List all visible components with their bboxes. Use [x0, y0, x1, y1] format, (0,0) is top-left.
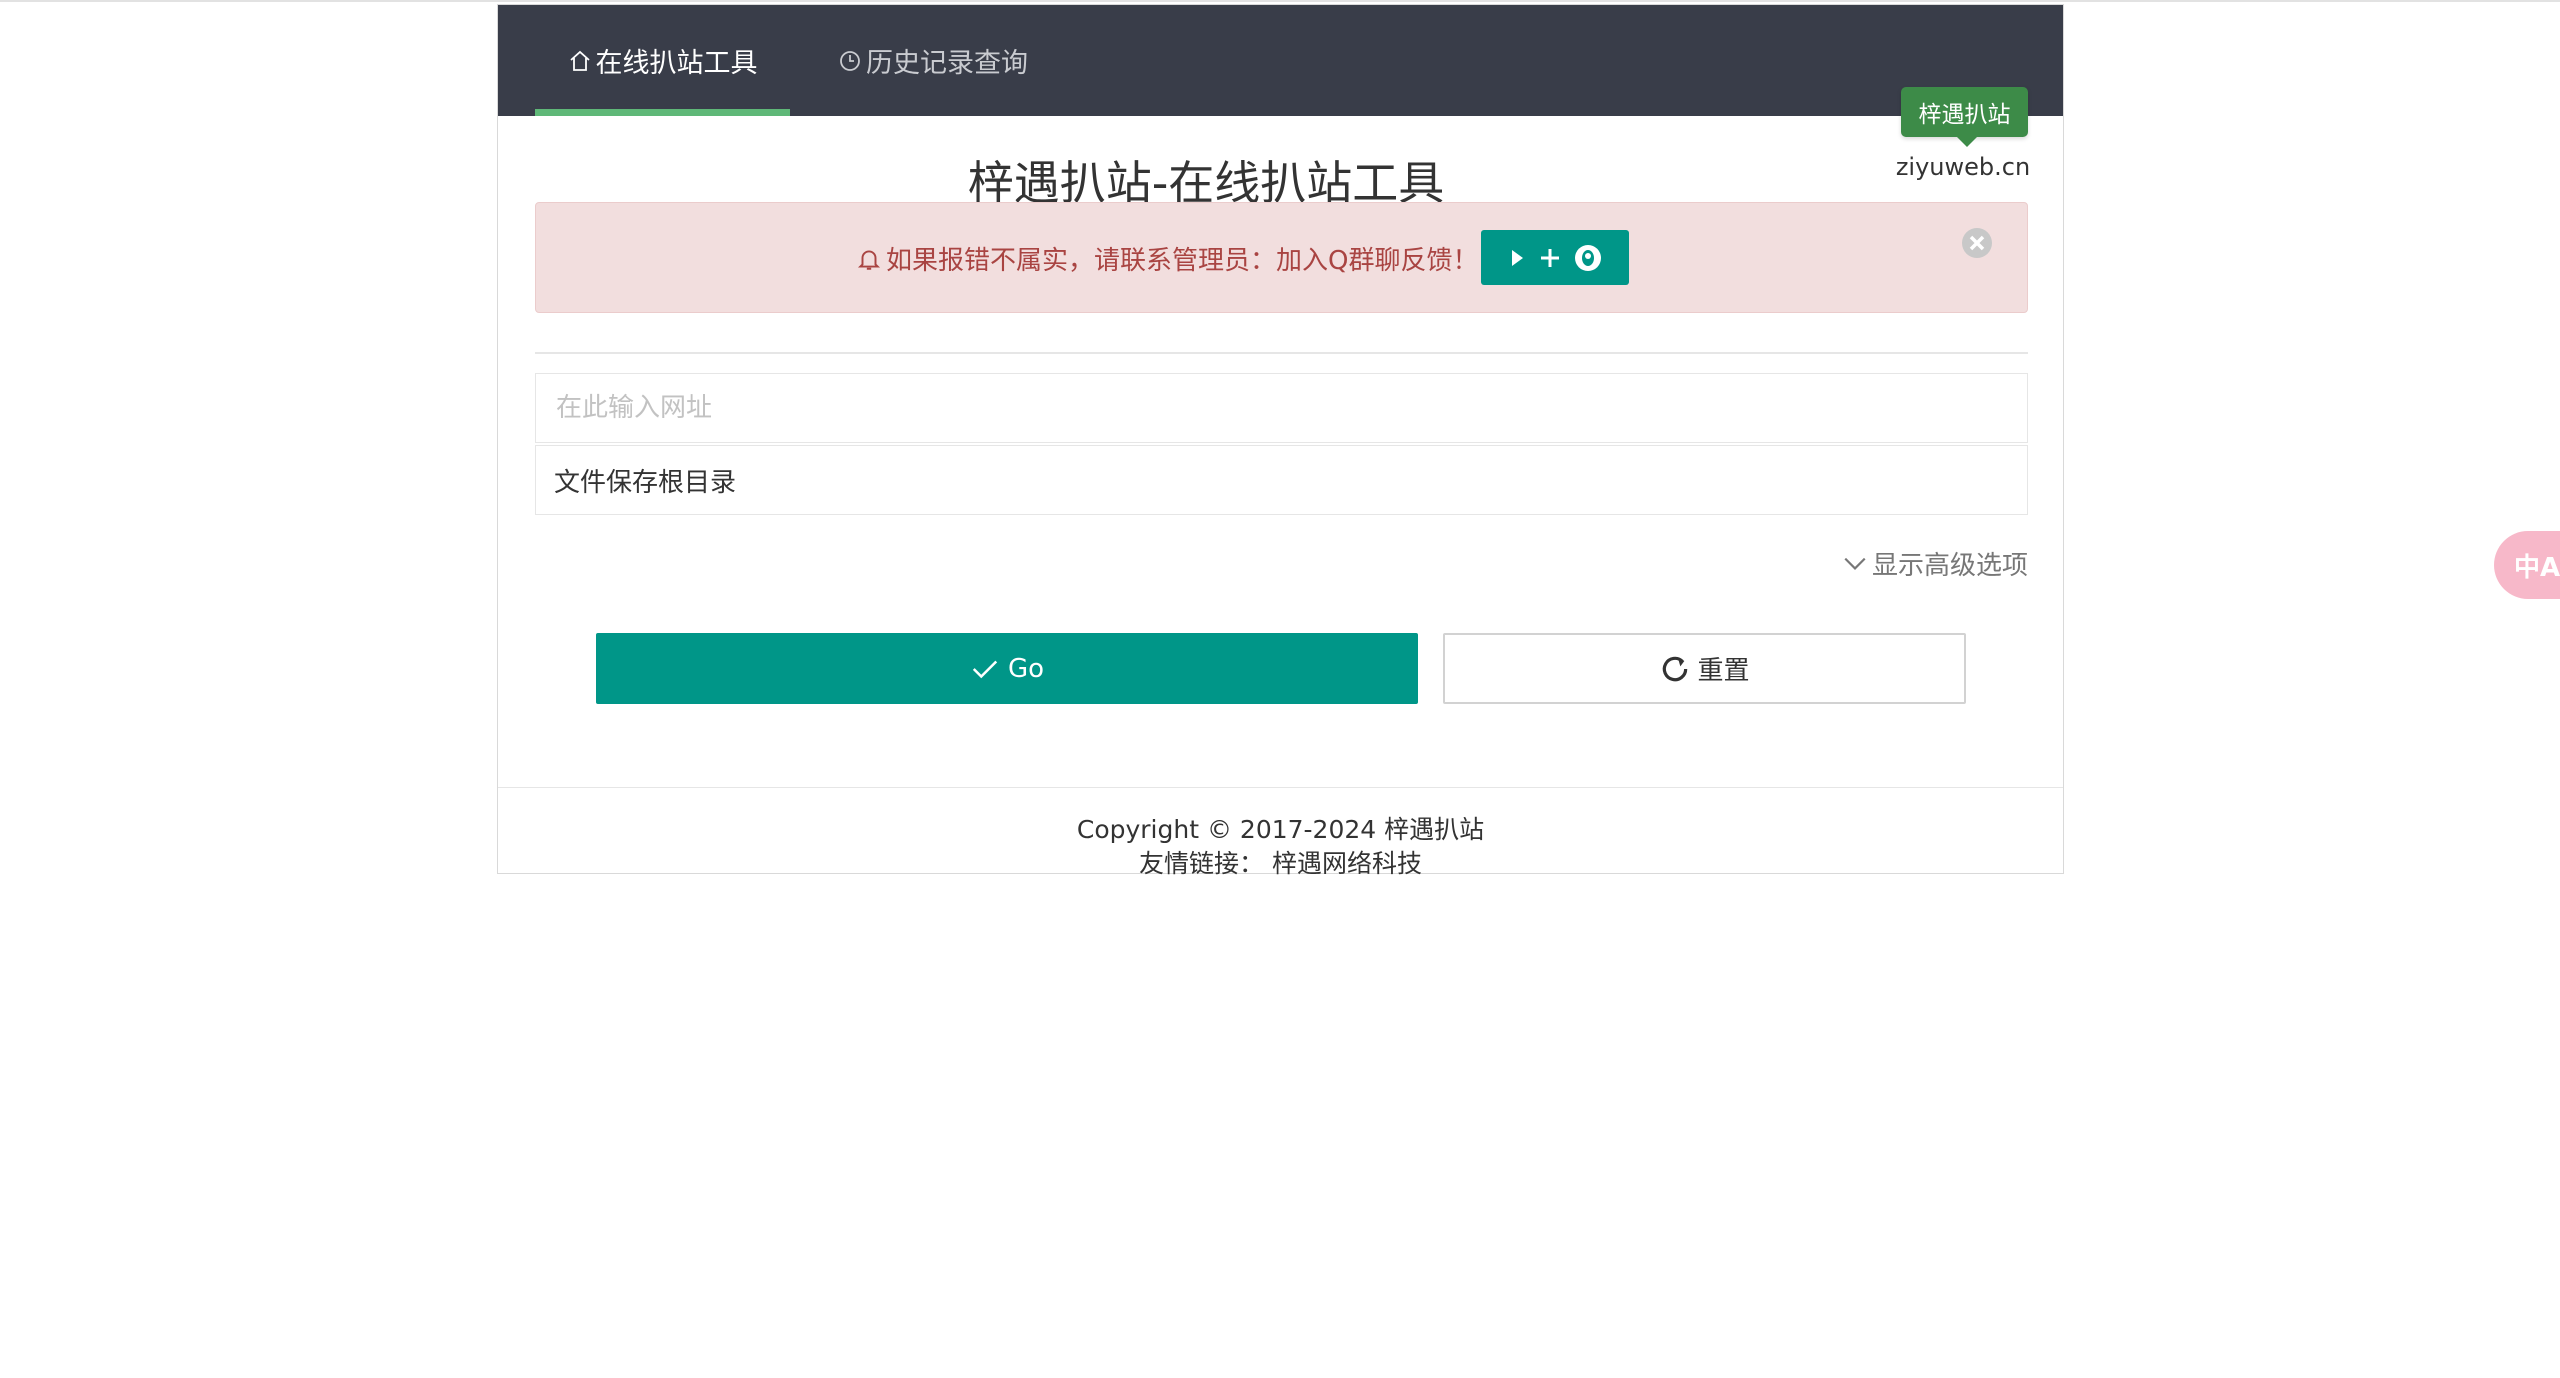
go-label: Go	[1007, 653, 1045, 684]
save-dir-field[interactable]: 文件保存根目录	[535, 445, 2028, 515]
navbar: 在线扒站工具 历史记录查询	[498, 5, 2063, 116]
divider	[535, 352, 2028, 354]
footer-divider	[498, 787, 2063, 788]
home-icon	[569, 50, 590, 71]
plus-icon	[1541, 248, 1559, 267]
chevron-down-icon	[1844, 557, 1866, 570]
save-dir-value: 文件保存根目录	[554, 467, 737, 498]
reset-button[interactable]: 重置	[1443, 633, 1966, 704]
top-rule	[0, 0, 2560, 2]
brand-badge[interactable]: 梓遇扒站	[1901, 87, 2028, 147]
alert-message: 如果报错不属实，请联系管理员：加入Q群聊反馈！	[856, 240, 1478, 277]
clock-icon	[840, 50, 860, 71]
url-input[interactable]	[554, 392, 2009, 424]
tab-history[interactable]: 历史记录查询	[803, 5, 1063, 116]
show-advanced-options-toggle[interactable]: 显示高级选项	[1838, 543, 2028, 583]
alert-text: 如果报错不属实，请联系管理员：加入Q群聊反馈！	[886, 246, 1479, 276]
go-button[interactable]: Go	[596, 633, 1418, 704]
main-panel: 在线扒站工具 历史记录查询 梓遇扒站 ziyuweb.cn 梓遇扒站-在线扒站工…	[497, 4, 2064, 878]
friend-link[interactable]: 梓遇网络科技	[1272, 849, 1422, 878]
qq-icon	[1575, 244, 1601, 271]
copyright-text: Copyright © 2017-2024 梓遇扒站	[1076, 815, 1485, 844]
translate-icon[interactable]: 中A	[2494, 531, 2560, 599]
friend-links: 友情链接： 梓遇网络科技	[498, 844, 2063, 880]
play-icon	[1512, 249, 1523, 266]
tab-label: 历史记录查询	[866, 48, 1028, 79]
check-icon	[972, 660, 998, 678]
brand-domain[interactable]: ziyuweb.cn	[1888, 153, 2038, 181]
friend-links-label: 友情链接：	[1139, 849, 1265, 878]
join-qq-group-button[interactable]	[1481, 230, 1629, 285]
reset-label: 重置	[1697, 656, 1750, 686]
tab-online-tool[interactable]: 在线扒站工具	[535, 5, 790, 116]
tab-label: 在线扒站工具	[595, 48, 758, 79]
close-circle-icon[interactable]	[1961, 227, 1993, 259]
bell-icon	[857, 249, 881, 270]
refresh-icon	[1663, 656, 1688, 681]
translate-label: 中A	[2514, 552, 2560, 583]
advanced-toggle-label: 显示高级选项	[1871, 550, 2028, 581]
active-tab-indicator	[535, 109, 790, 116]
alert-banner: 如果报错不属实，请联系管理员：加入Q群聊反馈！	[535, 202, 2028, 313]
url-field[interactable]	[535, 373, 2028, 443]
